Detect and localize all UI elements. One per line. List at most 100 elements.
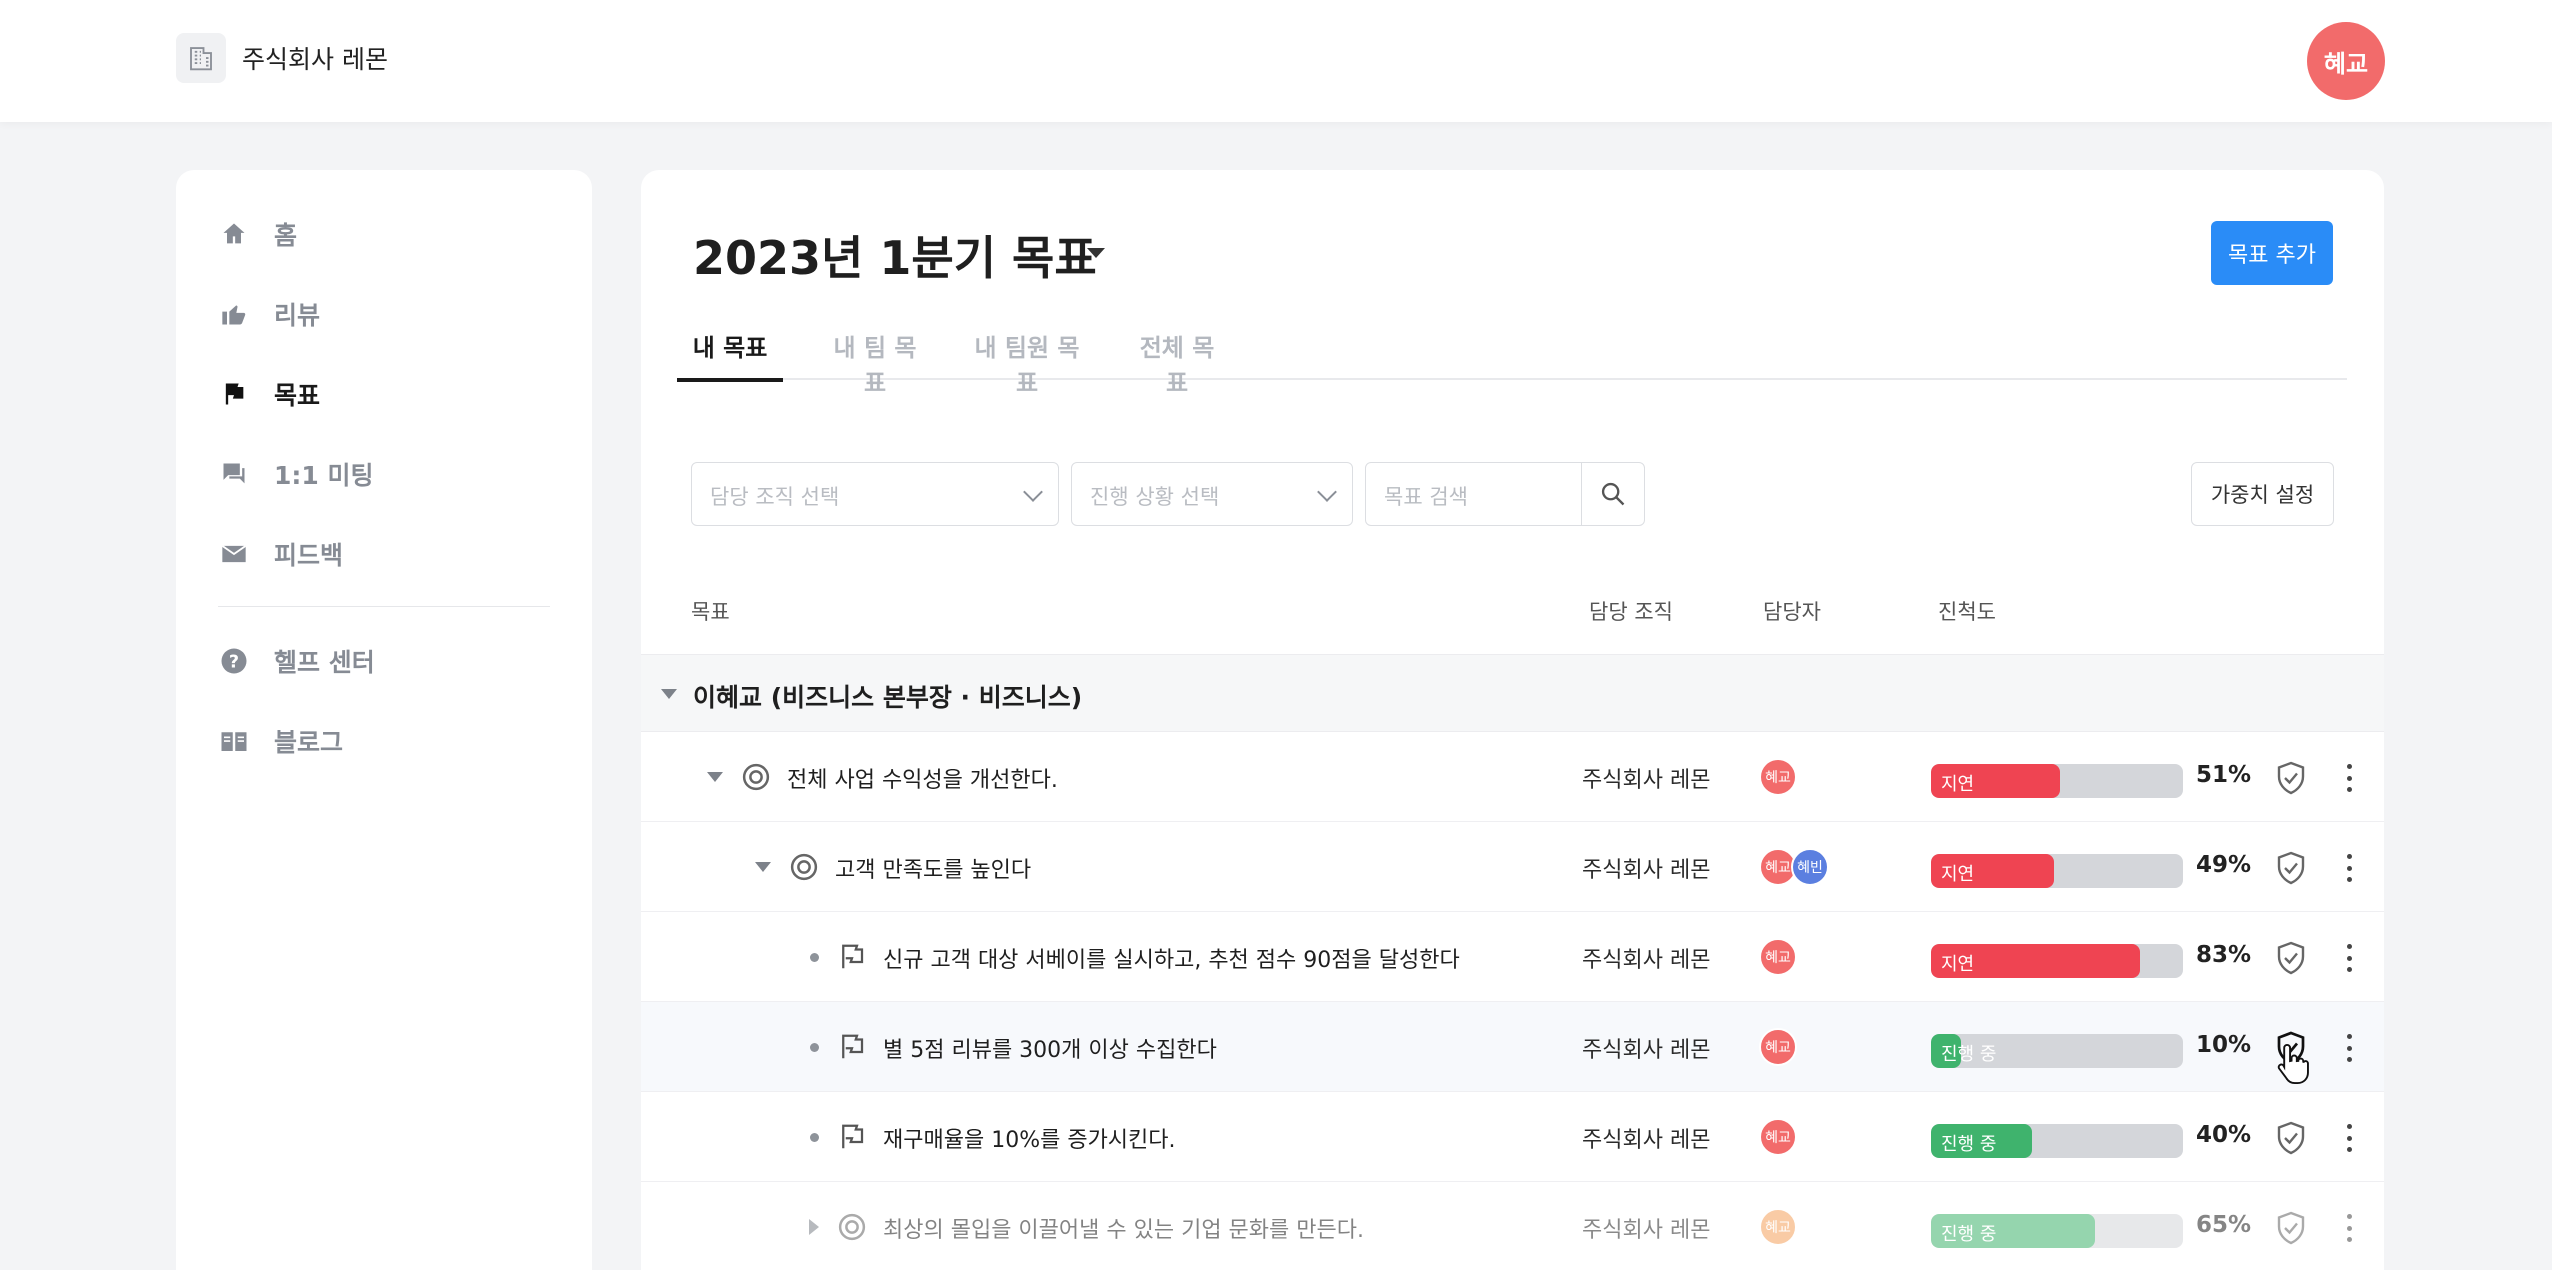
sidebar-item-goals[interactable]: 목표 [218,370,320,418]
table-row[interactable]: 전체 사업 수익성을 개선한다. 주식회사 레몬 혜교 지연 51% [641,732,2384,822]
add-goal-button[interactable]: 목표 추가 [2211,221,2333,285]
user-avatar[interactable]: 혜교 [2307,22,2385,100]
mail-icon [218,538,250,570]
building-icon [176,33,226,83]
search-button[interactable] [1582,463,1644,525]
home-icon [218,218,250,250]
goal-tabs: 내 목표 내 팀 목표 내 팀원 목표 전체 목표 [677,320,2347,397]
progress-percent: 51% [2196,762,2252,788]
progress-percent: 10% [2196,1032,2252,1058]
sidebar-item-review[interactable]: 리뷰 [218,290,320,338]
company-switcher[interactable]: 주식회사 레몬 [176,33,388,83]
goal-name[interactable]: 전체 사업 수익성을 개선한다. [787,762,1058,794]
shield-check-icon[interactable] [2273,760,2309,796]
sidebar-item-label: 블로그 [274,728,344,757]
goal-name[interactable]: 재구매율을 10%를 증가시킨다. [883,1122,1176,1154]
status-select[interactable]: 진행 상황 선택 [1071,462,1353,526]
sidebar: 홈 리뷰 목표 1:1 미팅 피드백 ? 헬프 센터 블로그 [176,170,592,1270]
owner-avatar[interactable]: 혜교 [1759,938,1797,976]
tab-my-team-goals[interactable]: 내 팀 목표 [827,320,923,397]
progress-bar: 진행 중 [1931,1124,2183,1158]
sidebar-item-feedback[interactable]: 피드백 [218,530,343,578]
shield-check-icon[interactable] [2273,940,2309,976]
expand-icon[interactable] [809,1219,819,1235]
weight-settings-button[interactable]: 가중치 설정 [2191,462,2334,526]
more-icon[interactable] [2339,940,2359,976]
goal-name[interactable]: 최상의 몰입을 이끌어낼 수 있는 기업 문화를 만든다. [883,1212,1364,1244]
thumbs-up-icon [218,298,250,330]
table-row[interactable]: 신규 고객 대상 서베이를 실시하고, 추천 점수 90점을 달성한다 주식회사… [641,912,2384,1002]
target-icon [790,853,818,881]
flag-outline-icon [842,1034,864,1059]
goal-org: 주식회사 레몬 [1582,1128,1711,1153]
status-badge: 지연 [1941,864,1975,885]
owner-avatar[interactable]: 혜교 [1759,758,1797,796]
shield-check-icon[interactable] [2273,850,2309,886]
bullet [810,1043,819,1052]
page-title: 2023년 1분기 목표 [693,231,1097,285]
book-icon [218,725,250,757]
collapse-icon[interactable] [755,862,771,872]
status-badge: 진행 중 [1941,1224,1997,1245]
more-icon[interactable] [2339,760,2359,796]
tab-my-members-goals[interactable]: 내 팀원 목표 [967,320,1087,397]
progress-percent: 65% [2196,1212,2252,1238]
owner-avatar[interactable]: 혜교 [1759,1028,1797,1066]
table-row[interactable]: 재구매율을 10%를 증가시킨다. 주식회사 레몬 혜교 진행 중 40% [641,1092,2384,1182]
shield-check-icon[interactable] [2273,1210,2309,1246]
search-input[interactable]: 목표 검색 [1366,463,1582,525]
goal-org: 주식회사 레몬 [1582,768,1711,793]
chat-icon [218,458,250,490]
owner-avatar[interactable]: 혜교 [1759,1118,1797,1156]
sidebar-item-label: 헬프 센터 [274,648,375,677]
table-row[interactable]: 고객 만족도를 높인다 주식회사 레몬 혜교 혜빈 지연 49% [641,822,2384,912]
more-icon[interactable] [2339,1210,2359,1246]
flag-outline-icon [842,1124,864,1149]
sidebar-item-help-center[interactable]: ? 헬프 센터 [218,637,375,685]
goal-org: 주식회사 레몬 [1582,948,1711,973]
collapse-icon[interactable] [661,689,677,699]
flag-icon [218,378,250,410]
sidebar-item-label: 피드백 [274,541,344,570]
sidebar-item-label: 홈 [274,221,298,250]
collapse-icon[interactable] [707,772,723,782]
top-bar: 주식회사 레몬 혜교 [0,0,2552,122]
owner-avatar[interactable]: 혜교 [1759,1208,1797,1246]
table-row[interactable]: 최상의 몰입을 이끌어낼 수 있는 기업 문화를 만든다. 주식회사 레몬 혜교… [641,1182,2384,1270]
table-row[interactable]: 별 5점 리뷰를 300개 이상 수집한다 주식회사 레몬 혜교 진행 중 10… [641,1002,2384,1092]
progress-percent: 40% [2196,1122,2252,1148]
sidebar-item-label: 리뷰 [274,301,321,330]
more-icon[interactable] [2339,1120,2359,1156]
status-badge: 지연 [1941,774,1975,795]
shield-check-icon[interactable] [2273,1120,2309,1156]
sidebar-item-one-on-one[interactable]: 1:1 미팅 [218,450,374,498]
goal-name[interactable]: 별 5점 리뷰를 300개 이상 수집한다 [883,1032,1217,1064]
period-dropdown-icon[interactable] [1087,248,1105,258]
progress-bar: 지연 [1931,764,2183,798]
status-badge: 진행 중 [1941,1134,1997,1155]
tab-all-goals[interactable]: 전체 목표 [1129,320,1225,397]
chevron-down-icon [1317,482,1337,502]
chevron-down-icon [1023,482,1043,502]
column-header-org: 담당 조직 [1589,600,1673,624]
more-icon[interactable] [2339,850,2359,886]
main-panel: 2023년 1분기 목표 목표 추가 내 목표 내 팀 목표 내 팀원 목표 전… [641,170,2384,1270]
sidebar-item-blog[interactable]: 블로그 [218,717,343,765]
org-select[interactable]: 담당 조직 선택 [691,462,1059,526]
progress-bar: 지연 [1931,944,2183,978]
owner-avatar[interactable]: 혜빈 [1791,848,1829,886]
goal-name[interactable]: 고객 만족도를 높인다 [835,852,1031,884]
help-icon: ? [218,645,250,677]
goal-org: 주식회사 레몬 [1582,858,1711,883]
goal-name[interactable]: 신규 고객 대상 서베이를 실시하고, 추천 점수 90점을 달성한다 [883,942,1460,974]
target-icon [838,1213,866,1241]
column-header-progress: 진척도 [1938,600,1996,624]
target-icon [742,763,770,791]
sidebar-divider [218,606,550,607]
flag-outline-icon [842,944,864,969]
more-icon[interactable] [2339,1030,2359,1066]
hand-cursor-icon [2277,1043,2309,1085]
org-select-placeholder: 담당 조직 선택 [710,485,840,509]
tab-my-goals[interactable]: 내 목표 [677,320,783,382]
sidebar-item-home[interactable]: 홈 [218,210,297,258]
